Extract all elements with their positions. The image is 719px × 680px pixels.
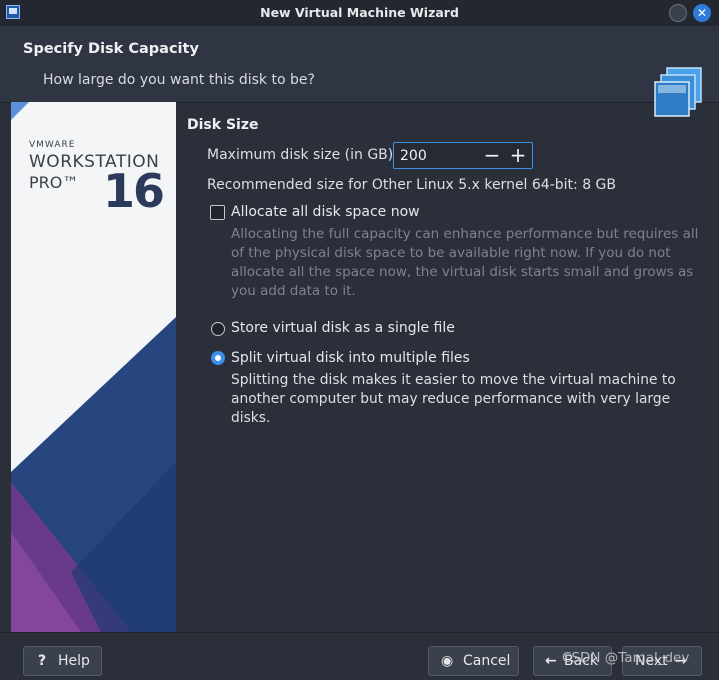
help-icon: ? <box>38 653 47 669</box>
wizard-header: Specify Disk Capacity How large do you w… <box>0 26 719 117</box>
max-disk-size-label: Maximum disk size (in GB): <box>207 147 398 163</box>
split-files-label[interactable]: Split virtual disk into multiple files <box>231 350 470 366</box>
help-button[interactable]: ? Help <box>23 646 102 676</box>
disk-size-input[interactable] <box>400 146 470 165</box>
recommended-size-text: Recommended size for Other Linux 5.x ker… <box>207 177 617 193</box>
minimize-button[interactable] <box>669 4 687 22</box>
product-version: 16 <box>103 164 165 218</box>
page-title: Specify Disk Capacity <box>23 41 199 57</box>
watermark: CSDN @Tamal_dev <box>562 650 690 666</box>
single-file-radio[interactable] <box>211 322 225 336</box>
close-button[interactable]: ✕ <box>693 4 711 22</box>
allocate-all-label[interactable]: Allocate all disk space now <box>231 204 420 220</box>
split-files-description: Splitting the disk makes it easier to mo… <box>231 372 676 426</box>
increment-button[interactable]: + <box>508 145 528 166</box>
allocate-all-checkbox[interactable] <box>210 205 225 220</box>
allocate-all-description: Allocating the full capacity can enhance… <box>231 226 699 299</box>
split-files-radio[interactable] <box>211 351 225 365</box>
disk-size-heading: Disk Size <box>187 117 259 133</box>
cancel-button[interactable]: ◉ Cancel <box>428 646 519 676</box>
single-file-label[interactable]: Store virtual disk as a single file <box>231 320 455 336</box>
decrement-button[interactable]: − <box>482 145 502 166</box>
back-arrow-icon: ← <box>545 653 557 669</box>
cancel-icon: ◉ <box>441 653 454 669</box>
product-edition: PRO™ <box>29 173 79 192</box>
window-title: New Virtual Machine Wizard <box>260 5 459 20</box>
product-banner: VMWARE WORKSTATION PRO™ 16 <box>11 102 176 632</box>
vmware-brand: VMWARE <box>29 140 76 150</box>
title-bar: New Virtual Machine Wizard ✕ <box>0 0 719 26</box>
close-icon: ✕ <box>696 6 708 20</box>
cancel-label: Cancel <box>463 653 511 669</box>
disk-stack-icon <box>654 67 702 117</box>
disk-size-spinbox: − + <box>393 142 533 169</box>
page-subtitle: How large do you want this disk to be? <box>43 72 315 88</box>
help-label: Help <box>58 653 90 669</box>
